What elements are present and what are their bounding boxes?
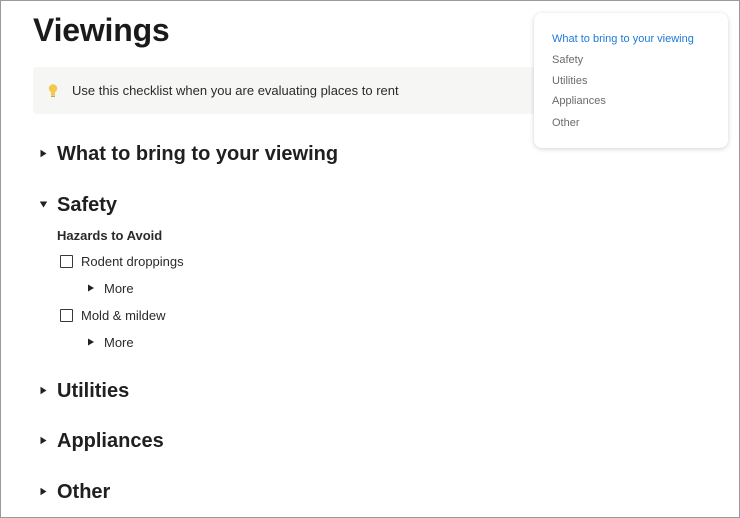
more-label[interactable]: More xyxy=(104,335,134,350)
checklist-item-label: Mold & mildew xyxy=(81,308,166,323)
caret-down-icon[interactable] xyxy=(39,200,48,209)
toc-link-safety[interactable]: Safety xyxy=(552,54,583,66)
checklist-item-label: Rodent droppings xyxy=(81,254,184,269)
hazards-subheading: Hazards to Avoid xyxy=(57,228,163,243)
page-title: Viewings xyxy=(33,12,170,48)
caret-right-icon[interactable] xyxy=(39,386,48,395)
section-title[interactable]: Utilities xyxy=(57,380,129,403)
callout-box: Use this checklist when you are evaluati… xyxy=(33,67,553,114)
section-title[interactable]: Other xyxy=(57,481,110,504)
toc-link-utilities[interactable]: Utilities xyxy=(552,75,587,87)
section-title[interactable]: Safety xyxy=(57,194,117,217)
table-of-contents: What to bring to your viewing Safety Uti… xyxy=(534,13,728,148)
callout-text: Use this checklist when you are evaluati… xyxy=(72,83,399,98)
caret-right-icon[interactable] xyxy=(39,487,48,496)
caret-right-icon[interactable] xyxy=(39,436,48,445)
lightbulb-icon xyxy=(48,84,58,97)
section-title[interactable]: Appliances xyxy=(57,430,164,453)
toc-link-what-to-bring[interactable]: What to bring to your viewing xyxy=(552,33,694,45)
section-title[interactable]: What to bring to your viewing xyxy=(57,143,338,166)
toc-link-other[interactable]: Other xyxy=(552,117,580,129)
caret-right-icon[interactable] xyxy=(87,284,95,292)
caret-right-icon[interactable] xyxy=(39,149,48,158)
checkbox[interactable] xyxy=(60,309,73,322)
toc-link-appliances[interactable]: Appliances xyxy=(552,95,606,107)
more-label[interactable]: More xyxy=(104,281,134,296)
caret-right-icon[interactable] xyxy=(87,338,95,346)
checkbox[interactable] xyxy=(60,255,73,268)
